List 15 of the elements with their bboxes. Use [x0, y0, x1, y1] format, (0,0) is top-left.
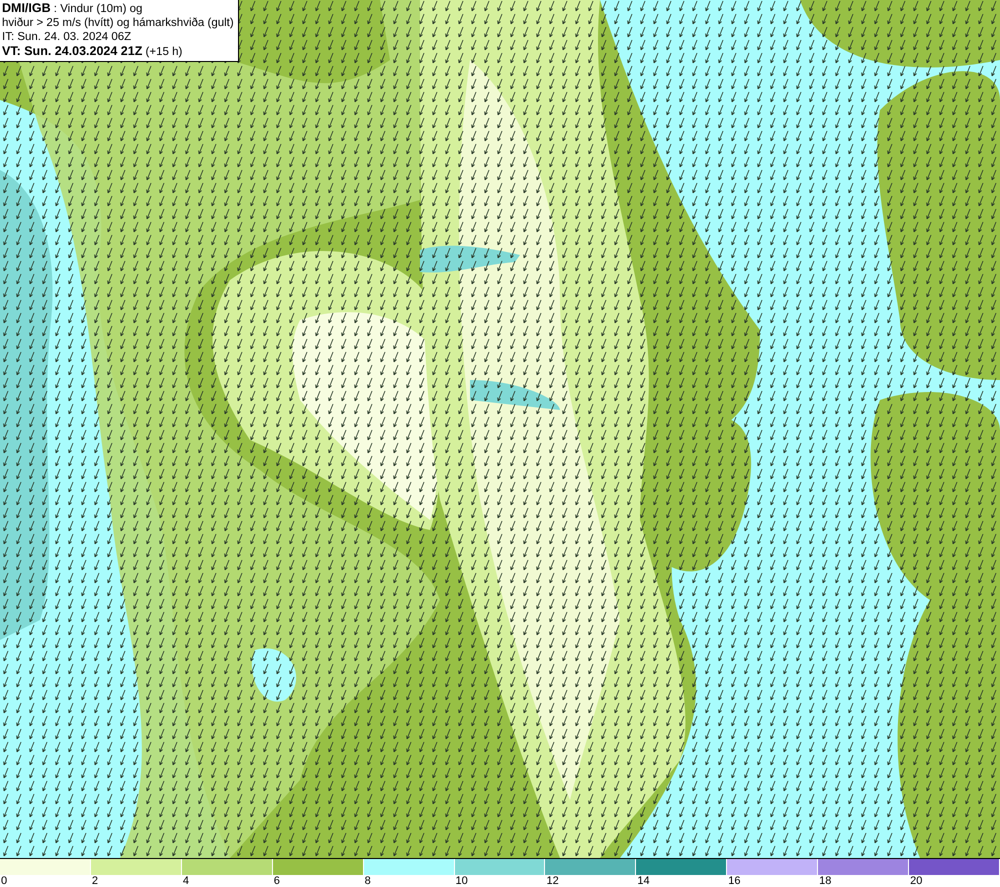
legend-label: 10 [454, 875, 468, 887]
legend-label: 4 [182, 875, 189, 887]
legend-label: 18 [818, 875, 832, 887]
legend-label: 0 [0, 875, 8, 887]
title-line: hviður > 25 m/s (hvítt) og hámarkshviða (gult) [2, 16, 234, 30]
legend-label: 2 [90, 875, 98, 887]
legend-label: 8 [364, 875, 371, 887]
title-line: IT: Sun. 24. 03. 2024 06Z [2, 30, 132, 44]
legend-label: 14 [636, 875, 650, 887]
legend-label: 12 [545, 875, 559, 887]
title-line: VT: Sun. 24.03.2024 21Z (+15 h) [2, 44, 184, 59]
legend-label: 16 [727, 875, 741, 887]
legend-label: 20 [909, 875, 922, 887]
title-line: DMI/IGB : Vindur (10m) og [2, 1, 144, 16]
legend-label: 6 [272, 875, 280, 887]
